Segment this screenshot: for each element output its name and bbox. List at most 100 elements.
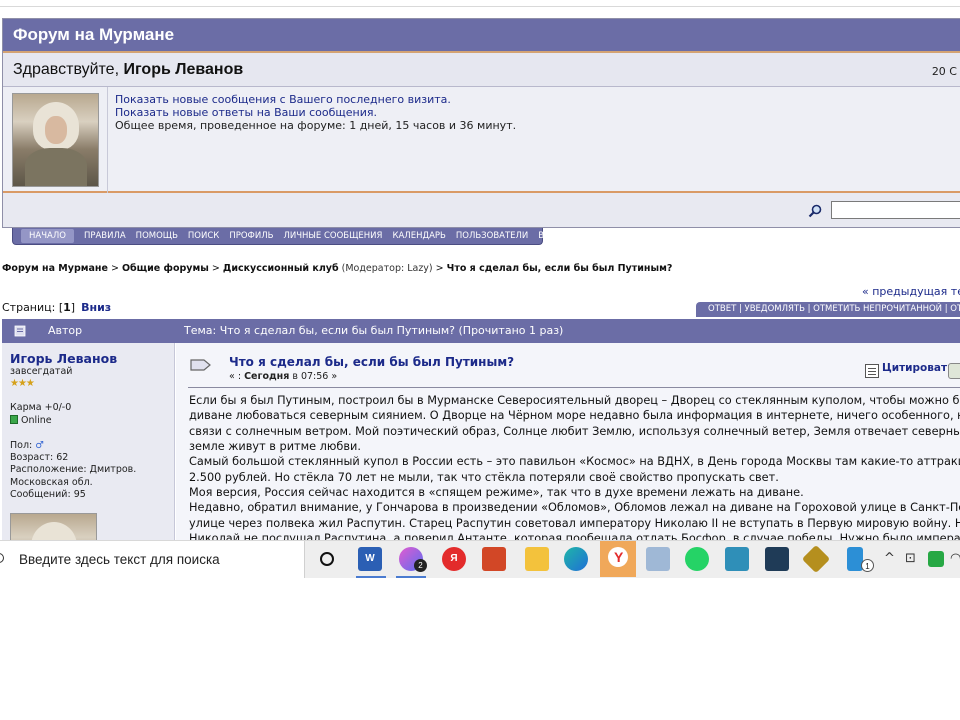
word-label: W [365, 553, 375, 564]
moderator-text: (Модератор: Lazy) [338, 263, 436, 274]
show-hidden-icons[interactable]: ^ [884, 551, 895, 566]
yandex-label: Я [450, 553, 458, 564]
post-divider [188, 387, 960, 388]
date-time: в 07:56 » [289, 371, 338, 382]
tray-icon-1[interactable]: ⊡ [905, 551, 916, 566]
pages-label: Страниц: [ [2, 301, 64, 314]
screen-icon[interactable] [725, 547, 749, 571]
date-day: Сегодня [244, 371, 290, 382]
welcome-row: Здравствуйте, Игорь Леванов 20 С [3, 51, 960, 87]
gender-label: Пол: [10, 440, 36, 451]
game-icon[interactable] [801, 544, 831, 574]
post-line: Самый большой стеклянный купол в России … [189, 455, 960, 469]
nav-users[interactable]: ПОЛЬЗОВАТЕЛИ [456, 231, 528, 241]
browser-viewport: Форум на Мурмане Здравствуйте, Игорь Лев… [0, 0, 960, 578]
breadcrumb-general[interactable]: Общие форумы [122, 263, 209, 274]
post-author-rank: завсегдатай [10, 366, 73, 377]
post-body: Если бы я был Путиным, построил бы в Мур… [189, 393, 960, 546]
prev-topic-link[interactable]: « предыдущая те [862, 285, 960, 298]
online-status: Online [10, 415, 52, 426]
wifi-icon[interactable]: ◠ [950, 551, 960, 566]
date-prefix: « : [229, 371, 245, 382]
nav-rules[interactable]: ПРАВИЛА [84, 231, 126, 241]
windows-taskbar: Введите здесь текст для поиска W 2 Я Y 1… [0, 540, 960, 578]
nav-profile[interactable]: ПРОФИЛЬ [229, 231, 273, 241]
taskbar-search-placeholder: Введите здесь текст для поиска [19, 552, 220, 567]
nav-home[interactable]: НАЧАЛО [21, 229, 74, 243]
topic-header: Автор Тема: Что я сделал бы, если бы был… [2, 319, 960, 343]
quote-icon[interactable] [865, 364, 879, 378]
greeting-text: Здравствуйте, [13, 61, 124, 78]
new-posts-link[interactable]: Показать новые сообщения с Вашего послед… [115, 93, 516, 106]
yandex-browser-icon[interactable]: Я [442, 547, 466, 571]
post-author-name[interactable]: Игорь Леванов [10, 351, 117, 366]
nav-logout[interactable]: ВЫЙТИ [538, 231, 569, 241]
post-line: 2.500 рублей. Но стёкла 70 лет не мыли, … [189, 470, 779, 484]
user-links: Показать новые сообщения с Вашего послед… [115, 93, 516, 132]
search-row [3, 195, 960, 227]
pages-close: ] [70, 301, 76, 314]
rank-stars: ★★★ [10, 378, 35, 389]
online-label: Online [21, 415, 52, 426]
author-info: Пол: ♂ Возраст: 62 Расположение: Дмитров… [10, 440, 136, 501]
forum-title[interactable]: Форум на Мурмане [3, 19, 960, 51]
breadcrumb: Форум на Мурмане > Общие форумы > Дискус… [2, 263, 672, 274]
post-title[interactable]: Что я сделал бы, если бы был Путиным? [229, 355, 514, 369]
male-icon: ♂ [35, 440, 44, 451]
task-view-icon[interactable] [320, 552, 334, 566]
search-input[interactable] [831, 201, 960, 219]
scroll-down-link[interactable]: Вниз [81, 301, 111, 314]
notification-badge: 1 [861, 559, 874, 572]
post-line: связи с солнечным ветром. Мой поэтически… [189, 424, 960, 438]
karma-text: Карма +0/-0 [10, 402, 72, 413]
powerpoint-icon[interactable] [482, 547, 506, 571]
new-replies-link[interactable]: Показать новые ответы на Ваши сообщения. [115, 106, 516, 119]
breadcrumb-sep: > [208, 263, 223, 274]
document-icon [14, 325, 26, 337]
nav-help[interactable]: ПОМОЩЬ [136, 231, 178, 241]
world-of-tanks-icon[interactable] [765, 547, 789, 571]
breadcrumb-topic[interactable]: Что я сделал бы, если бы был Путиным? [447, 263, 673, 274]
post-line: Моя версия, Россия сейчас находится в «с… [189, 486, 804, 500]
post-line: земле живут в ритме любви. [189, 440, 361, 454]
author-column-header: Автор [48, 324, 83, 337]
yandex-icon-active[interactable]: Y [600, 541, 636, 577]
time-spent-text: Общее время, проведенное на форуме: 1 дн… [115, 119, 517, 132]
file-explorer-icon[interactable] [525, 547, 549, 571]
laptop-icon[interactable] [646, 547, 670, 571]
nav-search[interactable]: ПОИСК [188, 231, 219, 241]
post-icon [190, 359, 211, 371]
word-icon[interactable]: W [358, 547, 382, 571]
nav-calendar[interactable]: КАЛЕНДАРЬ [392, 231, 445, 241]
breadcrumb-club[interactable]: Дискуссионный клуб [223, 263, 339, 274]
active-indicator [396, 576, 426, 578]
edit-icon[interactable] [948, 363, 960, 379]
forum-header: Форум на Мурмане Здравствуйте, Игорь Лев… [2, 18, 960, 228]
location-text: Расположение: Дмитров. [10, 464, 137, 476]
welcome-user-name: Игорь Леванов [123, 61, 244, 78]
post-line: улице через полвека жил Распутин. Старец… [189, 516, 960, 530]
messages-count: Сообщений: 95 [10, 488, 86, 500]
current-page: 1 [63, 301, 71, 314]
search-icon[interactable] [808, 204, 822, 218]
nav-messages[interactable]: ЛИЧНЫЕ СООБЩЕНИЯ [283, 231, 382, 241]
user-info-panel: Показать новые сообщения с Вашего послед… [3, 87, 960, 193]
post-line: Если бы я был Путиным, построил бы в Мур… [189, 394, 960, 407]
breadcrumb-forum[interactable]: Форум на Мурмане [2, 263, 108, 274]
date-text: 20 С [931, 65, 957, 78]
search-icon [0, 553, 4, 563]
taskbar-search-input[interactable]: Введите здесь текст для поиска [0, 541, 305, 578]
edge-icon[interactable] [564, 547, 588, 571]
active-indicator [356, 576, 386, 578]
location-region-text: Московская обл. [10, 476, 93, 488]
age-text: Возраст: 62 [10, 452, 69, 464]
whatsapp-icon[interactable] [685, 547, 709, 571]
top-divider [0, 6, 960, 7]
post-line: Недавно, обратил внимание, у Гончарова в… [189, 501, 960, 515]
topic-column-header: Тема: Что я сделал бы, если бы был Путин… [184, 324, 564, 337]
user-avatar[interactable] [12, 93, 99, 187]
topic-actions[interactable]: ОТВЕТ | УВЕДОМЛЯТЬ | ОТМЕТИТЬ НЕПРОЧИТАН… [696, 302, 960, 317]
tray-icon-2[interactable] [928, 551, 944, 567]
main-nav: НАЧАЛО ПРАВИЛА ПОМОЩЬ ПОИСК ПРОФИЛЬ ЛИЧН… [12, 228, 570, 245]
quote-button[interactable]: Цитировать [882, 362, 954, 374]
